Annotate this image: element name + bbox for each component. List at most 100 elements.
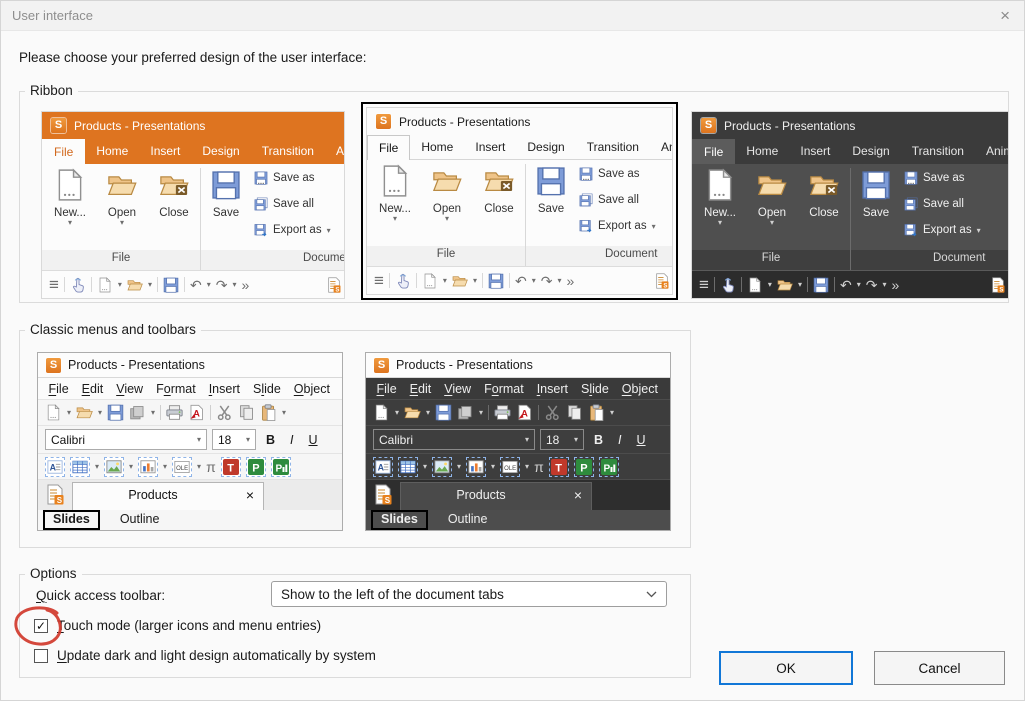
new-document-icon bbox=[45, 404, 62, 421]
preview-titlebar: SProducts - Presentations bbox=[42, 112, 344, 139]
checkbox-unchecked[interactable] bbox=[34, 649, 48, 663]
open-folder-icon bbox=[127, 277, 143, 293]
save-icon bbox=[536, 164, 566, 198]
menu-insert: Insert bbox=[202, 382, 246, 396]
copy-icon bbox=[238, 404, 255, 421]
close-document-icon bbox=[159, 168, 189, 202]
font-name-combo: Calibri▾ bbox=[45, 429, 207, 450]
duplicate-icon bbox=[129, 404, 146, 421]
save-icon bbox=[813, 277, 829, 293]
ribbon-button-saveas: Save as bbox=[579, 167, 640, 181]
ribbon-tab-design: Design bbox=[191, 139, 250, 163]
menu-object: Object bbox=[615, 382, 664, 396]
textmaker-object-icon: T bbox=[221, 457, 241, 477]
standard-toolbar: ▾▾▾A▾ bbox=[366, 400, 670, 426]
separator bbox=[538, 405, 539, 420]
user-interface-dialog: { "window": { "title": "User interface" … bbox=[0, 0, 1025, 701]
checkbox-label: Touch mode (larger icons and menu entrie… bbox=[57, 618, 321, 633]
ribbon-group-label-document: Document bbox=[605, 248, 657, 260]
ribbon-preview-colored[interactable]: SProducts - PresentationsFileHomeInsertD… bbox=[41, 111, 345, 299]
menu-slide: Slide bbox=[574, 382, 615, 396]
new-document-icon bbox=[380, 164, 410, 198]
ole-object-icon: OLE bbox=[500, 457, 520, 477]
ribbon-tab-insert: Insert bbox=[139, 139, 191, 163]
ribbon-button-new: New...▾ bbox=[696, 168, 744, 227]
ribbon-preview-light[interactable]: SProducts - PresentationsFileHomeInsertD… bbox=[366, 107, 673, 295]
copy-icon bbox=[566, 404, 583, 421]
document-s-icon: S bbox=[374, 484, 392, 505]
close-icon[interactable]: × bbox=[1000, 1, 1010, 30]
planmaker-chart-icon: P bbox=[271, 457, 291, 477]
menu-icon: ≡ bbox=[374, 273, 384, 289]
arrow-icon: ▾ bbox=[557, 276, 561, 285]
chevron-down-icon bbox=[646, 591, 657, 598]
chart-icon bbox=[466, 457, 486, 477]
cancel-button[interactable]: Cancel bbox=[874, 651, 1005, 685]
ribbon-button-label: Save all bbox=[923, 198, 964, 210]
ribbon-tab-home: Home bbox=[735, 139, 789, 163]
chevron-down-icon: ▾ bbox=[696, 219, 744, 227]
view-tab-outline: Outline bbox=[112, 510, 168, 530]
ribbon-tab-insert: Insert bbox=[464, 135, 516, 159]
save-icon bbox=[861, 168, 891, 202]
ribbon-tab-design: Design bbox=[841, 139, 900, 163]
menu-edit: Edit bbox=[403, 382, 438, 396]
quick-access-label: Quick access toolbar: bbox=[36, 588, 165, 603]
document-s-icon: S bbox=[990, 277, 1006, 293]
preview-titlebar: SProducts - Presentations bbox=[367, 108, 672, 135]
open-folder-icon bbox=[76, 404, 93, 421]
cut-icon bbox=[216, 404, 233, 421]
ribbon-button-label: Save bbox=[203, 207, 249, 219]
planmaker-object-icon: P bbox=[574, 457, 594, 477]
classic-preview-light[interactable]: SProducts - PresentationsFileEditViewFor… bbox=[37, 352, 343, 531]
new-document-icon bbox=[422, 273, 438, 289]
chevron-down-icon: ▾ bbox=[98, 219, 146, 227]
paste-icon bbox=[260, 404, 277, 421]
table-icon bbox=[70, 457, 90, 477]
ok-button[interactable]: OK bbox=[719, 651, 853, 685]
menu-format: Format bbox=[478, 382, 531, 396]
classic-preview-dark[interactable]: SProducts - PresentationsFileEditViewFor… bbox=[365, 352, 671, 531]
arrow-icon: ▾ bbox=[395, 408, 399, 417]
font-name-value: Calibri bbox=[379, 433, 413, 447]
overflow-icon: » bbox=[891, 277, 899, 293]
ribbon-group-label-file: File bbox=[367, 248, 525, 260]
ribbon-preview-dark[interactable]: SProducts - PresentationsFileHomeInsertD… bbox=[691, 111, 1009, 299]
ribbon-button-label: Save all bbox=[273, 198, 314, 210]
save-all-icon bbox=[579, 193, 593, 207]
ribbon-button-label: Save as bbox=[273, 172, 315, 184]
quick-access-toolbar: ≡▾▾↶▾↷▾»S bbox=[692, 270, 1008, 298]
separator bbox=[488, 405, 489, 420]
document-tab-bar: SProducts× bbox=[366, 480, 670, 510]
font-size-combo: 18▾ bbox=[540, 429, 584, 450]
ribbon-tab-file: File bbox=[692, 139, 735, 164]
format-toolbar: Calibri▾18▾BIU bbox=[366, 426, 670, 454]
ribbon-button-exportas: Export as▾ bbox=[904, 223, 981, 237]
svg-text:P: P bbox=[275, 463, 282, 474]
undo-icon: ↶ bbox=[840, 277, 852, 293]
arrow-icon: ▾ bbox=[95, 462, 99, 471]
menu-slide: Slide bbox=[246, 382, 287, 396]
separator bbox=[416, 273, 417, 288]
open-folder-icon bbox=[757, 168, 787, 202]
svg-text:OLE: OLE bbox=[176, 465, 188, 471]
options-group-label: Options bbox=[25, 566, 82, 581]
preview-window-title: Products - Presentations bbox=[68, 358, 205, 372]
menu-icon: ≡ bbox=[699, 277, 709, 293]
chevron-down-icon: ▾ bbox=[748, 219, 796, 227]
save-icon bbox=[163, 277, 179, 293]
separator bbox=[807, 277, 808, 292]
arrow-icon: ▾ bbox=[532, 276, 536, 285]
ribbon-tab-bar: FileHomeInsertDesignTransitionAnimation bbox=[692, 139, 1008, 164]
separator bbox=[741, 277, 742, 292]
svg-text:P: P bbox=[580, 462, 587, 474]
menu-format: Format bbox=[150, 382, 203, 396]
svg-text:A: A bbox=[50, 462, 57, 472]
quick-access-dropdown[interactable]: Show to the left of the document tabs bbox=[271, 581, 667, 607]
checkbox-row: ✓ Touch mode (larger icons and menu entri… bbox=[34, 618, 321, 633]
checkbox-row: Update dark and light design automatical… bbox=[34, 648, 376, 663]
checkbox-checked[interactable]: ✓ bbox=[34, 619, 48, 633]
ribbon-button-label: Close bbox=[800, 207, 848, 219]
intro-text: Please choose your preferred design of t… bbox=[19, 50, 366, 65]
close-icon: × bbox=[246, 487, 254, 503]
